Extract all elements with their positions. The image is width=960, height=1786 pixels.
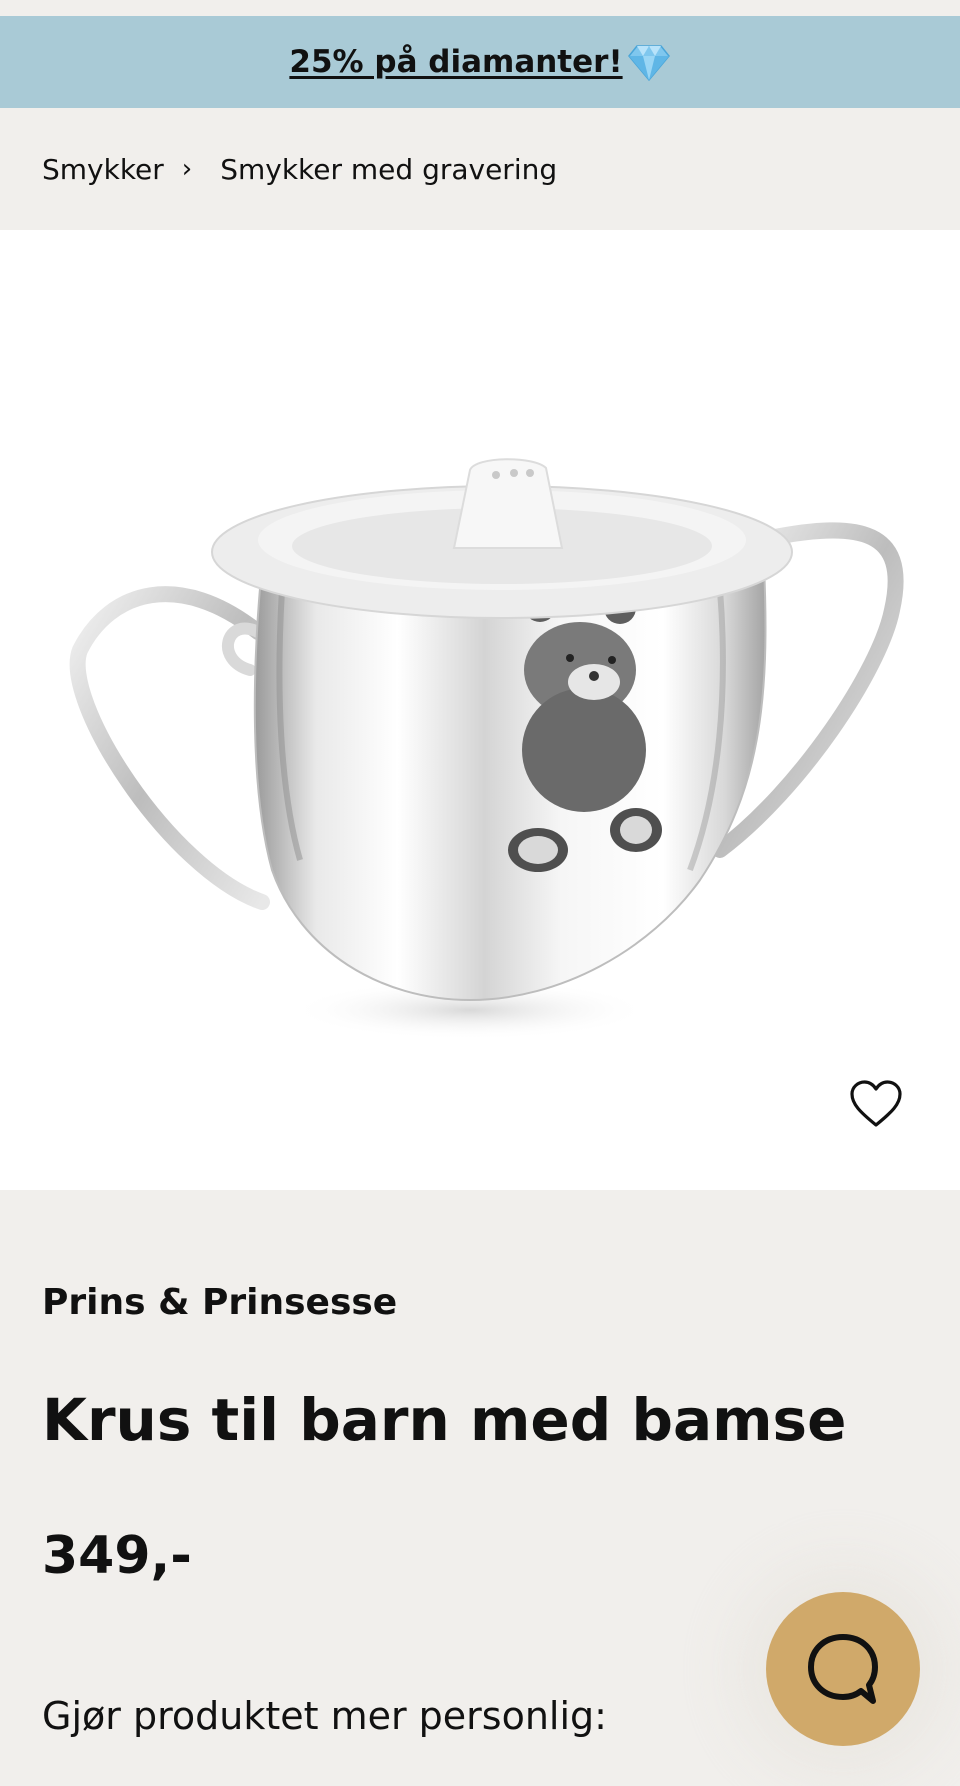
- chat-bubble-icon: [808, 1634, 878, 1704]
- product-image-area: [0, 230, 960, 1190]
- top-strip: [0, 0, 960, 16]
- breadcrumb-item-gravering[interactable]: Smykker med gravering: [220, 153, 557, 186]
- product-brand[interactable]: Prins & Prinsesse: [42, 1282, 397, 1323]
- product-image[interactable]: [0, 230, 960, 1190]
- breadcrumb-item-smykker[interactable]: Smykker: [42, 153, 164, 186]
- heart-outline-icon[interactable]: [848, 1078, 904, 1130]
- breadcrumb: Smykker › Smykker med gravering: [0, 108, 960, 230]
- diamond-icon: [627, 42, 671, 82]
- chevron-right-icon: ›: [181, 154, 193, 184]
- product-price: 349,-: [42, 1526, 192, 1586]
- promo-text: 25% på diamanter!: [289, 44, 623, 80]
- product-title: Krus til barn med bamse: [42, 1386, 847, 1454]
- chat-button[interactable]: [766, 1592, 920, 1746]
- personalize-heading: Gjør produktet mer personlig:: [42, 1694, 607, 1738]
- promo-link[interactable]: 25% på diamanter!: [289, 42, 670, 82]
- promo-banner: 25% på diamanter!: [0, 16, 960, 108]
